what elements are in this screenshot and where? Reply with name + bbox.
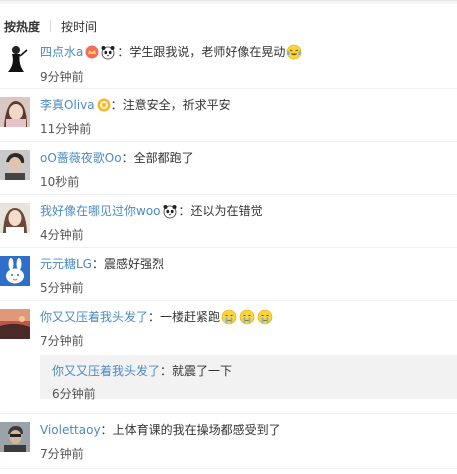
crying-face-emoji-icon [239, 309, 255, 325]
username-link[interactable]: 四点水a [40, 44, 83, 60]
comment-text: 上体育课的我在操场都感受到了 [112, 423, 281, 437]
username-link[interactable]: 我好像在哪见过你woo [40, 203, 161, 219]
comment-item: 我好像在哪见过你woo ： 还以为在错觉 4分钟前 [0, 203, 457, 247]
comment-line: oO蔷薇夜歌Oo ： 全部都跑了 [40, 150, 194, 166]
panda-emoji-icon [100, 44, 116, 60]
colon: ： [117, 45, 130, 59]
comment-time: 7分钟前 [40, 447, 84, 461]
divider [0, 300, 457, 301]
comment-time: 10秒前 [40, 175, 80, 189]
avatar[interactable] [0, 150, 30, 180]
divider [0, 88, 457, 89]
reply-time: 6分钟前 [52, 387, 96, 401]
comment-time: 7分钟前 [40, 334, 84, 348]
top-border [0, 0, 457, 4]
comment-line: 元元糖LG ： 震感好强烈 [40, 256, 164, 272]
comment-line: Violettaoy ： 上体育课的我在操场都感受到了 [40, 422, 281, 438]
comment-item: 你又又压着我头发了 ： 一楼赶紧跑 7分钟前 [0, 309, 457, 353]
comment-time: 11分钟前 [40, 122, 92, 136]
comment-item: 四点水a ： 学生跟我说，老师好像在晃动 9分钟前 [0, 44, 457, 92]
reply-text: 就震了一下 [172, 364, 233, 378]
divider [0, 194, 457, 195]
comment-line: 我好像在哪见过你woo ： 还以为在错觉 [40, 203, 263, 219]
colon: ： [92, 257, 105, 271]
avatar[interactable] [0, 44, 30, 74]
comment-item: oO蔷薇夜歌Oo ： 全部都跑了 10秒前 [0, 150, 457, 194]
divider [0, 468, 457, 469]
colon: ： [148, 310, 161, 324]
colon: ： [178, 204, 191, 218]
tab-sort-by-hot[interactable]: 按热度 [4, 18, 40, 35]
username-link[interactable]: Violettaoy [40, 422, 101, 438]
divider [0, 141, 457, 142]
avatar[interactable] [0, 97, 30, 127]
member-badge-icon [97, 98, 111, 112]
tab-sort-by-time[interactable]: 按时间 [61, 18, 97, 35]
avatar[interactable] [0, 203, 30, 233]
comment-line: 李真Oliva ： 注意安全，祈求平安 [40, 97, 231, 113]
comment-text: 震感好强烈 [104, 257, 165, 271]
comment-time: 4分钟前 [40, 228, 84, 242]
panda-emoji-icon [162, 203, 178, 219]
username-link[interactable]: 你又又压着我头发了 [52, 363, 160, 379]
comment-item: 元元糖LG ： 震感好强烈 5分钟前 [0, 256, 457, 300]
colon: ： [121, 151, 134, 165]
comment-text: 注意安全，祈求平安 [122, 98, 231, 112]
username-link[interactable]: 你又又压着我头发了 [40, 309, 148, 325]
comment-item: Violettaoy ： 上体育课的我在操场都感受到了 7分钟前 [0, 422, 457, 466]
colon: ： [100, 423, 113, 437]
comment-text: 一楼赶紧跑 [160, 310, 221, 324]
avatar[interactable] [0, 422, 30, 452]
divider [0, 413, 457, 414]
colon: ： [110, 98, 123, 112]
comment-time: 5分钟前 [40, 281, 84, 295]
vip-crown-badge-icon [85, 45, 99, 59]
crying-face-emoji-icon [221, 309, 237, 325]
sort-tabs: 按热度 按时间 [4, 17, 97, 35]
comment-item: 李真Oliva ： 注意安全，祈求平安 11分钟前 [0, 97, 457, 141]
avatar[interactable] [0, 256, 30, 286]
crying-face-emoji-icon [257, 309, 273, 325]
comment-time: 9分钟前 [40, 70, 84, 84]
reply-line: 你又又压着我头发了 ： 就震了一下 [52, 363, 232, 379]
comment-text: 学生跟我说，老师好像在晃动 [129, 45, 286, 59]
username-link[interactable]: oO蔷薇夜歌Oo [40, 150, 122, 166]
laughing-tears-emoji-icon [286, 44, 302, 60]
comment-line: 你又又压着我头发了 ： 一楼赶紧跑 [40, 309, 274, 325]
username-link[interactable]: 元元糖LG [40, 256, 92, 272]
tab-separator [50, 20, 52, 32]
comment-text: 还以为在错觉 [190, 204, 263, 218]
colon: ： [160, 364, 173, 378]
comment-line: 四点水a ： 学生跟我说，老师好像在晃动 [40, 44, 303, 60]
divider [0, 247, 457, 248]
avatar[interactable] [0, 309, 30, 339]
username-link[interactable]: 李真Oliva [40, 97, 95, 113]
reply-item: 你又又压着我头发了 ： 就震了一下 6分钟前 [40, 355, 457, 401]
comment-text: 全部都跑了 [133, 151, 194, 165]
